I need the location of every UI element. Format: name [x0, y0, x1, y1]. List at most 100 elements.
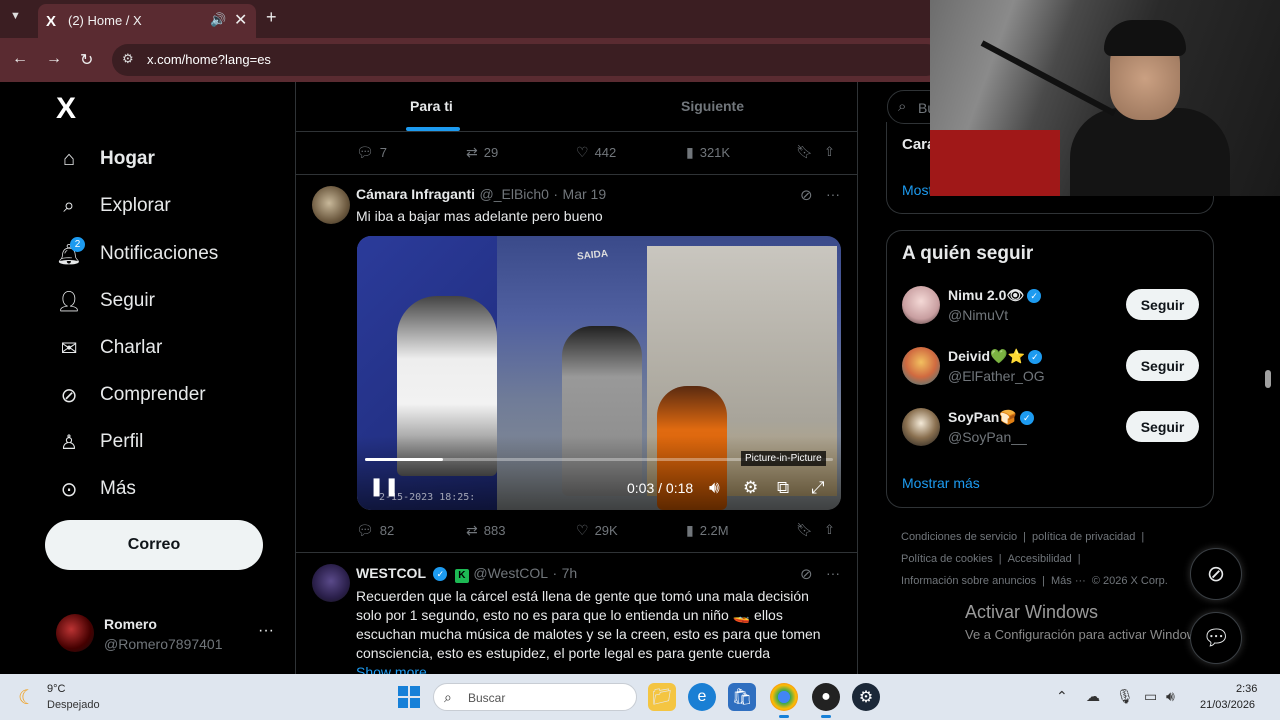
x-logo[interactable]: X [56, 92, 76, 126]
nav-item-explore[interactable]: ⌕ Explorar [56, 191, 171, 221]
views-button[interactable]: ▮ 321K [686, 144, 730, 161]
nav-item-notifications[interactable]: 🔔︎ 2 Notificaciones [56, 237, 218, 269]
video-player[interactable]: SAIDA 2-15-2023 18:25: ❚❚ 0:03 / 0:18 🔊︎… [357, 236, 841, 510]
reply-count: 82 [379, 523, 395, 538]
bell-icon: 🔔︎ 2 [56, 237, 85, 267]
nav-item-profile[interactable]: ♙ Perfil [56, 427, 143, 457]
nav-item-grok[interactable]: ⊘ Comprender [56, 380, 206, 410]
nav-label: Perfil [100, 431, 144, 452]
tab-search-dropdown-icon[interactable]: ▼ [10, 10, 21, 22]
webcam-overlay [930, 0, 1280, 196]
grok-icon[interactable]: ⊘ [800, 186, 813, 204]
network-icon[interactable]: ▭ [1144, 688, 1157, 705]
settings-gear-icon[interactable]: ⚙ [743, 478, 758, 498]
file-explorer-icon[interactable]: 📁︎ [648, 683, 676, 711]
address-bar[interactable]: ⚙ x.com/home?lang=es [112, 44, 942, 76]
bookmark-icon[interactable]: 🔖︎ [796, 522, 813, 538]
taskbar-search[interactable]: ⌕ Buscar [433, 683, 637, 711]
show-more-link[interactable]: Mostrar más [902, 475, 980, 491]
repost-button[interactable]: ⇄ 883 [466, 522, 505, 539]
pause-icon[interactable]: ❚❚ [369, 476, 399, 497]
nav-item-messages[interactable]: ✉ Charlar [56, 333, 163, 363]
like-button[interactable]: ♡ 29K [576, 522, 618, 539]
grok-fab-icon[interactable]: ⊘ [1190, 548, 1242, 600]
footer-link-terms[interactable]: Condiciones de servicio [901, 531, 1017, 543]
grok-icon[interactable]: ⊘ [800, 565, 813, 583]
card-title: A quién seguir [902, 243, 1034, 264]
messages-fab-icon[interactable]: 💬︎ [1190, 612, 1242, 664]
url-text[interactable]: x.com/home?lang=es [147, 52, 271, 67]
follow-button[interactable]: Seguir [1126, 350, 1199, 381]
picture-in-picture-icon[interactable]: ⧉ [777, 478, 789, 498]
more-dots-icon[interactable]: ··· [826, 186, 840, 202]
author-name[interactable]: Cámara Infraganti [356, 186, 475, 202]
tab-for-you[interactable]: Para ti [410, 98, 453, 114]
more-dots-icon[interactable]: ··· [826, 565, 840, 581]
show-more-link[interactable]: Show more [356, 663, 846, 674]
chevron-up-icon[interactable]: ⌃ [1056, 688, 1068, 705]
author-handle[interactable]: @WestCOL [473, 565, 548, 581]
windows-start-icon[interactable] [398, 686, 420, 708]
bookmark-icon[interactable]: 🔖︎ [796, 144, 813, 160]
account-switcher[interactable]: Romero @Romero7897401 ··· [56, 612, 286, 658]
post-button[interactable]: Correo [45, 520, 263, 570]
reply-button[interactable]: 💬︎ 82 [356, 522, 394, 539]
nav-item-follow[interactable]: 👤︎ Seguir [56, 286, 155, 316]
edge-icon[interactable]: e [688, 683, 716, 711]
scrollbar-thumb[interactable] [1265, 370, 1271, 388]
footer-link-cookies[interactable]: Política de cookies [901, 553, 993, 565]
views-button[interactable]: ▮ 2.2M [686, 522, 729, 539]
author-name[interactable]: WESTCOL [356, 565, 426, 581]
back-arrow-icon[interactable]: ← [12, 50, 28, 68]
tab-following[interactable]: Siguiente [681, 98, 744, 114]
nav-label: Explorar [100, 195, 171, 216]
show-more-link[interactable]: Most [902, 182, 932, 198]
footer-link-more[interactable]: Más ··· [1051, 575, 1086, 587]
footer-link-ads[interactable]: Información sobre anuncios [901, 575, 1036, 587]
share-icon[interactable]: ⇧ [824, 144, 835, 160]
suggested-user[interactable]: Deivid💚⭐ ✓ @ElFather_OG Seguir [902, 344, 1202, 388]
close-icon[interactable]: ✕ [234, 10, 247, 30]
avatar[interactable] [312, 186, 350, 224]
fullscreen-icon[interactable]: ⤢ [811, 478, 825, 498]
weather-temp[interactable]: 9°C [47, 683, 65, 695]
more-circle-icon: ⊙ [60, 478, 78, 501]
volume-icon[interactable]: 🔊︎ [709, 478, 720, 498]
share-icon[interactable]: ⇧ [824, 522, 835, 538]
reply-button[interactable]: 💬︎ 7 [356, 144, 387, 161]
store-icon[interactable]: 🛍︎ [728, 683, 756, 711]
post-time[interactable]: 7h [562, 565, 578, 581]
obs-icon[interactable]: ● [812, 683, 840, 718]
nav-item-home[interactable]: ⌂ Hogar [56, 144, 155, 174]
follow-button[interactable]: Seguir [1126, 411, 1199, 442]
reload-icon[interactable]: ↻ [80, 50, 93, 70]
speaker-icon[interactable]: 🔊︎ [1166, 688, 1175, 705]
author-handle[interactable]: @_ElBich0 [480, 186, 549, 202]
moon-weather-icon[interactable]: ☾ [18, 685, 36, 710]
post-time[interactable]: Mar 19 [563, 186, 607, 202]
microphone-icon[interactable]: 🎙︎ [1116, 688, 1134, 705]
nav-item-more[interactable]: ⊙ Más [56, 474, 136, 504]
footer-link-accessibility[interactable]: Accesibilidad [1008, 553, 1072, 565]
clock-time[interactable]: 2:36 [1236, 683, 1257, 695]
clock-date[interactable]: 21/03/2026 [1200, 699, 1255, 711]
weather-desc[interactable]: Despejado [47, 699, 100, 711]
speaker-icon[interactable]: 🔊 [210, 12, 226, 28]
site-settings-icon[interactable]: ⚙ [122, 51, 134, 67]
more-dots-icon[interactable]: ··· [258, 622, 274, 640]
steam-icon[interactable]: ⚙ [852, 683, 880, 711]
cloud-off-icon[interactable]: ☁ [1086, 688, 1100, 705]
suggested-user[interactable]: SoyPan🍞 ✓ @SoyPan__ Seguir [902, 405, 1202, 449]
suggested-user[interactable]: Nimu 2.0👁 ✓ @NimuVt Seguir [902, 283, 1202, 327]
avatar[interactable] [312, 564, 350, 602]
forward-arrow-icon[interactable]: → [46, 50, 62, 68]
like-button[interactable]: ♡ 442 [576, 144, 616, 161]
footer-link-privacy[interactable]: política de privacidad [1032, 531, 1135, 543]
chrome-icon[interactable] [770, 683, 798, 718]
follow-button[interactable]: Seguir [1126, 289, 1199, 320]
new-tab-plus-icon[interactable]: + [266, 7, 277, 28]
repost-button[interactable]: ⇄ 29 [466, 144, 498, 161]
grok-icon: ⊘ [60, 384, 78, 407]
browser-tab[interactable]: X (2) Home / X 🔊 ✕ [38, 4, 256, 38]
post-header: WESTCOL ✓ K @WestCOL · 7h [356, 565, 577, 583]
